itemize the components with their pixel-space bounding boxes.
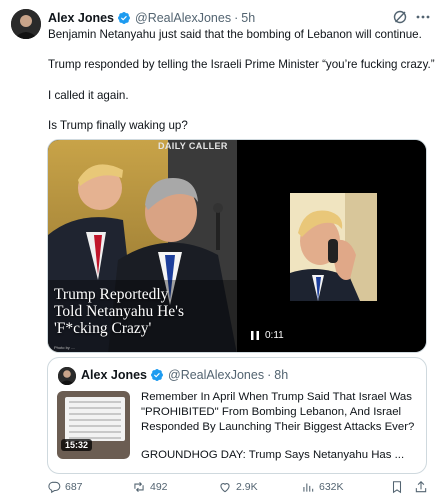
reply-button[interactable]: 687 <box>47 480 83 494</box>
view-count: 632K <box>319 481 344 493</box>
quoted-tweet[interactable]: Alex Jones @RealAlexJones · 8h 15:32 Rem… <box>47 357 427 474</box>
repost-button[interactable]: 492 <box>132 480 168 494</box>
quoted-author-avatar[interactable] <box>58 367 76 385</box>
media-grid: DAILY CALLER Trump Reportedly Told Netan… <box>47 139 427 353</box>
tweet-text-line: Is Trump finally waking up? <box>48 119 188 132</box>
views-chart-icon <box>303 483 314 492</box>
pause-icon[interactable] <box>251 331 259 340</box>
like-count: 2.9K <box>236 481 258 493</box>
quoted-text-line: Remember In April When Trump Said That I… <box>141 391 412 403</box>
bookmark-button[interactable] <box>390 480 404 494</box>
reply-count: 687 <box>65 481 83 493</box>
verified-badge-icon <box>150 368 164 382</box>
quoted-text-line: "PROHIBITED" From Bombing Lebanon, And I… <box>141 406 402 418</box>
quoted-text-line: GROUNDHOG DAY: Trump Says Netanyahu Has … <box>141 449 405 461</box>
video-controls[interactable]: 0:11 <box>251 330 284 341</box>
timestamp[interactable]: 5h <box>241 11 255 25</box>
heart-icon <box>220 483 230 493</box>
author-avatar[interactable] <box>11 9 41 39</box>
video-timestamp: 0:11 <box>265 330 284 341</box>
tweet-text-line: I called it again. <box>48 89 129 102</box>
like-button[interactable]: 2.9K <box>218 480 258 494</box>
bookmark-icon <box>392 481 402 494</box>
verified-badge-icon <box>117 11 131 25</box>
reply-icon <box>48 481 61 494</box>
image-credit: Photo by .... <box>54 345 76 350</box>
image-headline: Trump Reportedly Told Netanyahu He's 'F*… <box>54 286 184 337</box>
repost-icon <box>134 481 144 493</box>
tweet-header: Alex Jones @RealAlexJones · 5h <box>48 10 255 26</box>
grok-icon[interactable] <box>392 9 408 25</box>
news-image[interactable]: DAILY CALLER Trump Reportedly Told Netan… <box>48 140 237 352</box>
share-button[interactable] <box>414 480 428 494</box>
watermark-logo: DAILY CALLER <box>158 141 228 151</box>
quoted-timestamp[interactable]: 8h <box>274 368 288 382</box>
video-player[interactable]: 0:11 <box>239 140 426 352</box>
video-thumbnail <box>290 193 377 301</box>
views-button[interactable]: 632K <box>301 480 344 494</box>
tweet-text-line: Trump responded by telling the Israeli P… <box>48 58 435 71</box>
separator-dot: · <box>267 368 272 382</box>
separator-dot: · <box>234 11 239 25</box>
quoted-author-name[interactable]: Alex Jones <box>81 368 147 382</box>
quoted-author-handle[interactable]: @RealAlexJones <box>168 368 264 382</box>
repost-count: 492 <box>150 481 168 493</box>
document-preview <box>65 397 125 441</box>
video-duration-badge: 15:32 <box>61 439 93 451</box>
share-icon <box>415 481 427 493</box>
quoted-text-line: Responded By Launching Their Biggest Att… <box>141 421 415 433</box>
author-handle[interactable]: @RealAlexJones <box>135 11 231 25</box>
action-bar: 687 492 2.9K 632K <box>0 480 440 500</box>
tweet[interactable]: Alex Jones @RealAlexJones · 5h Benjamin … <box>0 0 440 500</box>
quoted-video-thumbnail[interactable]: 15:32 <box>57 391 130 459</box>
more-options-icon[interactable] <box>414 9 432 25</box>
tweet-text-line: Benjamin Netanyahu just said that the bo… <box>48 28 422 41</box>
author-name[interactable]: Alex Jones <box>48 11 114 25</box>
quoted-header: Alex Jones @RealAlexJones · 8h <box>81 368 288 382</box>
